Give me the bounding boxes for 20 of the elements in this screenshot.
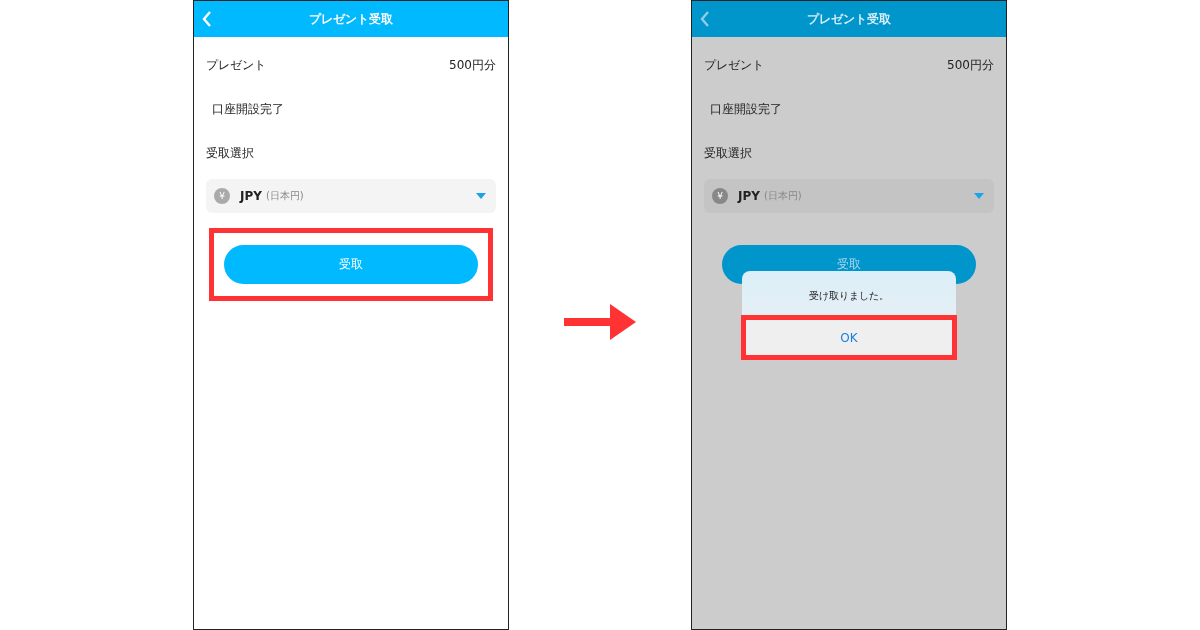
ok-button[interactable]: OK — [746, 320, 952, 355]
present-value: 500円分 — [947, 56, 994, 74]
caret-icon — [974, 193, 984, 199]
yen-coin-icon: ¥ — [712, 188, 728, 204]
arrow-icon — [564, 302, 636, 342]
present-value: 500円分 — [449, 56, 496, 74]
yen-coin-icon: ¥ — [214, 188, 230, 204]
back-icon[interactable] — [700, 11, 710, 27]
screen-title: プレゼント受取 — [309, 10, 393, 28]
present-label: プレゼント — [206, 56, 266, 74]
campaign-text: 口座開設完了 — [710, 100, 782, 118]
screen-title: プレゼント受取 — [807, 10, 891, 28]
currency-dropdown[interactable]: ¥ JPY (日本円) — [206, 179, 496, 213]
receive-button[interactable]: 受取 — [224, 245, 478, 284]
campaign-text: 口座開設完了 — [212, 100, 284, 118]
present-label: プレゼント — [704, 56, 764, 74]
dialog-message: 受け取りました。 — [808, 289, 890, 303]
caret-icon — [476, 193, 486, 199]
section-label: 受取選択 — [704, 144, 752, 162]
section-label: 受取選択 — [206, 144, 254, 162]
